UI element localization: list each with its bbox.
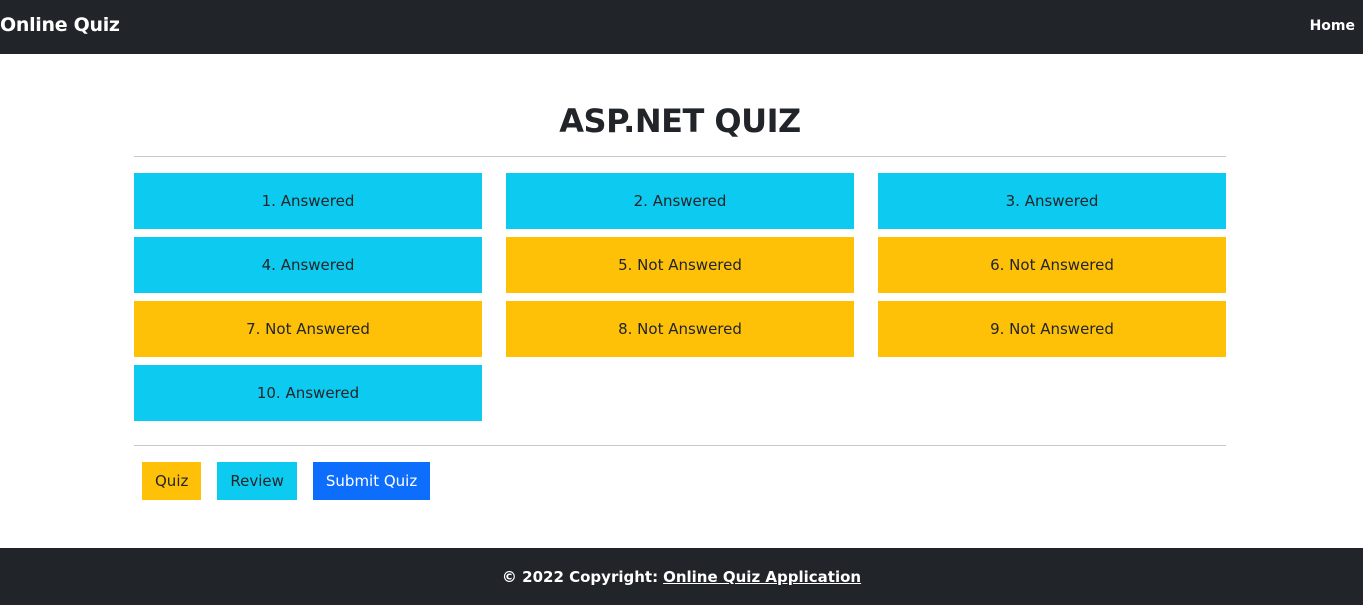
nav-home-link[interactable]: Home — [1310, 18, 1355, 34]
question-label: 5. Not Answered — [618, 256, 742, 274]
question-label: 6. Not Answered — [990, 256, 1114, 274]
top-divider — [134, 156, 1226, 157]
quiz-button[interactable]: Quiz — [142, 462, 202, 500]
submit-quiz-button[interactable]: Submit Quiz — [312, 462, 431, 500]
question-label: 3. Answered — [1005, 192, 1099, 210]
question-label: 1. Answered — [261, 192, 355, 210]
copyright-text: © 2022 Copyright: — [501, 567, 659, 586]
question-grid: 1. Answered 2. Answered 3. Answered 4. A… — [134, 173, 1226, 421]
question-label: 7. Not Answered — [246, 320, 370, 338]
question-label: 9. Not Answered — [990, 320, 1114, 338]
question-tile-8[interactable]: 8. Not Answered — [506, 301, 854, 357]
navbar: Online Quiz Home — [0, 0, 1363, 54]
brand-link[interactable]: Online Quiz — [0, 14, 120, 36]
question-tile-7[interactable]: 7. Not Answered — [134, 301, 482, 357]
question-label: 4. Answered — [261, 256, 355, 274]
question-label: 10. Answered — [256, 384, 360, 402]
question-tile-1[interactable]: 1. Answered — [134, 173, 482, 229]
footer: © 2022 Copyright: Online Quiz Applicatio… — [0, 548, 1363, 605]
question-tile-2[interactable]: 2. Answered — [506, 173, 854, 229]
action-bar: Quiz Review Submit Quiz — [142, 462, 431, 500]
question-tile-10[interactable]: 10. Answered — [134, 365, 482, 421]
bottom-divider — [134, 445, 1226, 446]
question-tile-4[interactable]: 4. Answered — [134, 237, 482, 293]
question-label: 2. Answered — [633, 192, 727, 210]
review-button[interactable]: Review — [217, 462, 297, 500]
question-tile-6[interactable]: 6. Not Answered — [878, 237, 1226, 293]
footer-app-link[interactable]: Online Quiz Application — [663, 568, 861, 586]
question-tile-3[interactable]: 3. Answered — [878, 173, 1226, 229]
question-tile-9[interactable]: 9. Not Answered — [878, 301, 1226, 357]
page-title: ASP.NET QUIZ — [559, 102, 801, 140]
question-label: 8. Not Answered — [618, 320, 742, 338]
question-tile-5[interactable]: 5. Not Answered — [506, 237, 854, 293]
